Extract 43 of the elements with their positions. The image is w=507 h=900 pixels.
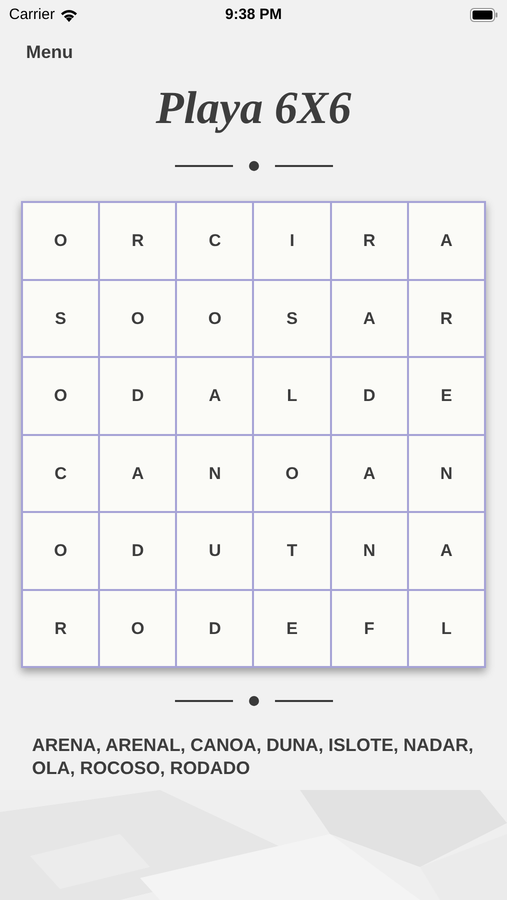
- letter-cell[interactable]: R: [408, 280, 485, 357]
- letter-cell[interactable]: T: [253, 512, 331, 590]
- letter-cell[interactable]: N: [176, 434, 254, 512]
- letter-cell[interactable]: A: [330, 280, 408, 357]
- letter-cell[interactable]: C: [176, 202, 254, 280]
- letter-cell[interactable]: O: [22, 357, 100, 434]
- battery-icon: [470, 8, 498, 22]
- letter-cell[interactable]: O: [99, 280, 176, 357]
- letter-cell[interactable]: A: [99, 434, 176, 512]
- letter-cell[interactable]: E: [408, 357, 485, 434]
- letter-cell[interactable]: F: [330, 590, 408, 667]
- letter-cell[interactable]: R: [22, 590, 100, 667]
- letter-cell[interactable]: N: [408, 434, 485, 512]
- letter-cell[interactable]: S: [22, 280, 100, 357]
- letter-cell[interactable]: D: [99, 512, 176, 590]
- letter-cell[interactable]: O: [22, 512, 100, 590]
- letter-cell[interactable]: L: [253, 357, 331, 434]
- letter-cell[interactable]: N: [330, 512, 408, 590]
- letter-cell[interactable]: A: [408, 512, 485, 590]
- letter-cell[interactable]: O: [253, 434, 331, 512]
- letter-cell[interactable]: D: [330, 357, 408, 434]
- letter-cell[interactable]: A: [176, 357, 254, 434]
- letter-cell[interactable]: D: [176, 590, 254, 667]
- letter-cell[interactable]: R: [99, 202, 176, 280]
- letter-cell[interactable]: A: [330, 434, 408, 512]
- letter-cell[interactable]: I: [253, 202, 331, 280]
- letter-cell[interactable]: O: [99, 590, 176, 667]
- letter-cell[interactable]: S: [253, 280, 331, 357]
- word-list: ARENA, ARENAL, CANOA, DUNA, ISLOTE, NADAR, OLA, ROCOSO, RODADO: [0, 734, 507, 780]
- letter-cell[interactable]: E: [253, 590, 331, 667]
- letter-cell[interactable]: L: [408, 590, 485, 667]
- letter-cell[interactable]: C: [22, 434, 100, 512]
- letter-cell[interactable]: U: [176, 512, 254, 590]
- letter-cell[interactable]: O: [176, 280, 254, 357]
- letter-cell[interactable]: D: [99, 357, 176, 434]
- puzzle-title: Playa 6X6: [156, 81, 352, 135]
- letter-cell[interactable]: R: [330, 202, 408, 280]
- clock-time: 9:38 PM: [225, 4, 282, 25]
- letter-cell[interactable]: A: [408, 202, 485, 280]
- carrier-label: Carrier: [9, 4, 55, 25]
- menu-button[interactable]: Menu: [26, 38, 73, 66]
- letter-cell[interactable]: O: [22, 202, 100, 280]
- wifi-icon: [60, 8, 78, 22]
